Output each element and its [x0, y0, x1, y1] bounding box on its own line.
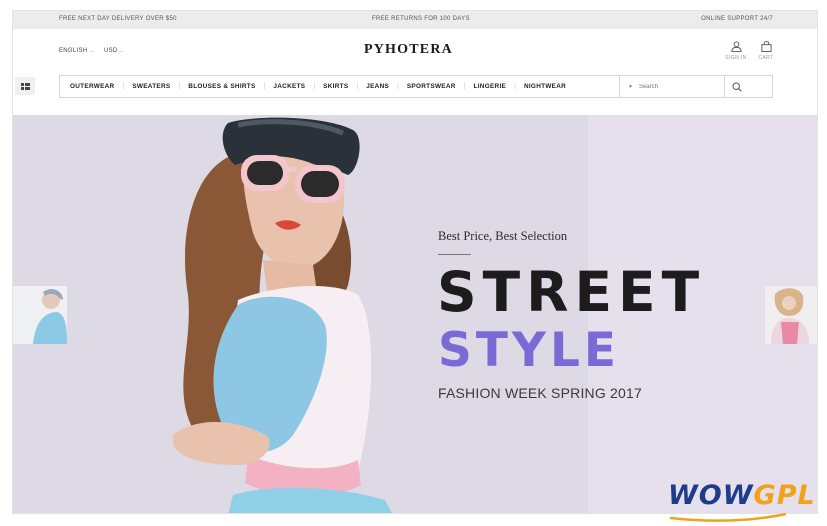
nav-items: OUTERWEAR | SWEATERS | BLOUSES & SHIRTS | JACK…	[60, 76, 620, 97]
hero-headline-style: STYLE	[438, 323, 620, 378]
currency-value: USD	[104, 48, 118, 54]
bag-icon	[760, 41, 772, 52]
hero-slider: Best Price, Best Selection STREET STYLE …	[13, 115, 817, 513]
site-logo[interactable]: PYHOTERA	[364, 42, 453, 58]
promo-support[interactable]: ONLINE SUPPORT 24/7	[701, 16, 773, 22]
watermark-part2: GPL	[753, 480, 816, 511]
page-frame: FREE NEXT DAY DELIVERY OVER $50 FREE RET…	[12, 10, 818, 514]
hero-headline-street: STREET	[437, 260, 706, 324]
cart-button[interactable]: CART	[754, 41, 778, 61]
menu-toggle-button[interactable]	[15, 77, 35, 95]
user-icon	[730, 41, 742, 52]
hero-divider	[438, 254, 471, 255]
search-button[interactable]	[724, 76, 749, 97]
nav-separator: |	[514, 83, 516, 90]
language-selector[interactable]: ENGLISH ⌄	[59, 48, 94, 54]
hero-subtitle: Best Price, Best Selection	[438, 229, 568, 243]
language-value: ENGLISH	[59, 48, 88, 54]
nav-separator: |	[122, 83, 125, 90]
search-box: ▼	[619, 76, 749, 97]
sign-in-label: SIGN IN	[725, 55, 747, 61]
nav-separator: |	[263, 83, 266, 90]
slider-next-thumbnail[interactable]	[765, 286, 817, 344]
prev-slide-preview	[13, 286, 67, 344]
nav-separator: |	[463, 83, 466, 90]
chevron-down-icon: ⌄	[89, 48, 94, 54]
promo-returns: FREE RETURNS FOR 100 DAYS	[372, 16, 470, 22]
nav-item-blouses-shirts[interactable]: BLOUSES & SHIRTS	[188, 83, 255, 90]
slider-prev-thumbnail[interactable]	[13, 286, 67, 344]
promo-delivery: FREE NEXT DAY DELIVERY OVER $50	[59, 16, 177, 22]
nav-item-lingerie[interactable]: LINGERIE	[474, 83, 507, 90]
nav-item-outerwear[interactable]: OUTERWEAR	[70, 83, 114, 90]
cart-label: CART	[758, 55, 774, 61]
caret-down-icon[interactable]: ▼	[628, 84, 633, 90]
nav-item-jackets[interactable]: JACKETS	[273, 83, 305, 90]
next-slide-preview	[765, 286, 817, 344]
nav-item-skirts[interactable]: SKIRTS	[323, 83, 348, 90]
currency-selector[interactable]: USD ⌄	[104, 48, 124, 54]
nav-item-sportswear[interactable]: SPORTSWEAR	[407, 83, 456, 90]
hero-tagline: FASHION WEEK SPRING 2017	[438, 385, 642, 401]
nav-separator: |	[313, 83, 316, 90]
main-navigation: OUTERWEAR | SWEATERS | BLOUSES & SHIRTS | JACK…	[59, 75, 773, 98]
watermark-part1: WOW	[668, 480, 754, 511]
top-promo-bar: FREE NEXT DAY DELIVERY OVER $50 FREE RET…	[13, 11, 817, 29]
chevron-down-icon: ⌄	[119, 48, 125, 54]
grid-icon	[20, 82, 30, 90]
nav-item-jeans[interactable]: JEANS	[366, 83, 389, 90]
nav-separator: |	[356, 83, 359, 90]
nav-item-sweaters[interactable]: SWEATERS	[132, 83, 170, 90]
nav-separator: |	[178, 83, 181, 90]
search-icon	[732, 81, 742, 92]
nav-separator: |	[397, 83, 399, 90]
watermark-swoosh	[669, 512, 787, 522]
site-header: ENGLISH ⌄ USD ⌄ PYHOTERA SIGN IN CART	[13, 29, 817, 75]
wowgpl-watermark: WOWGPL	[668, 482, 816, 509]
sign-in-button[interactable]: SIGN IN	[724, 41, 748, 61]
nav-item-nightwear[interactable]: NIGHTWEAR	[524, 83, 566, 90]
